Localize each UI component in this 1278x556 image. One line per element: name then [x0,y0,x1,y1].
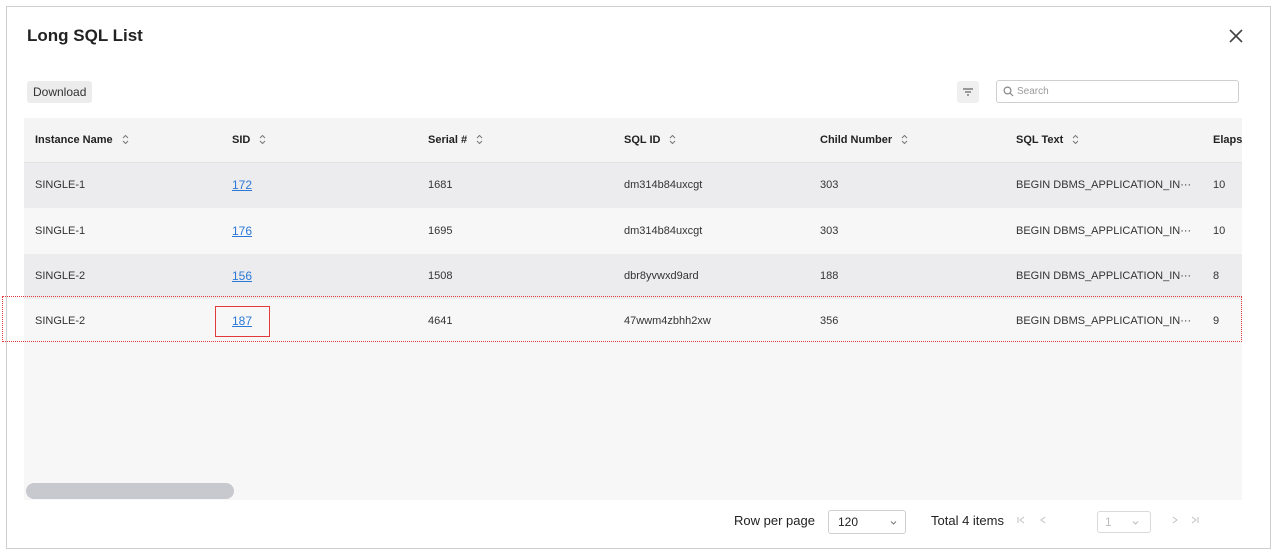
filter-icon [963,88,973,96]
sid-link[interactable]: 187 [232,314,252,328]
cell-sql-id: dm314b84uxcgt [624,179,703,191]
table-header: Instance Name SID Serial # SQL ID Child … [24,118,1242,163]
row-per-page-value: 120 [838,515,859,529]
next-page-icon[interactable] [1170,515,1180,525]
cell-sql-id: dbr8yvwxd9ard [624,270,699,282]
table-row[interactable]: SINGLE-1 172 1681 dm314b84uxcgt 303 BEGI… [24,163,1242,208]
search-input[interactable] [1017,82,1232,101]
cell-child-number: 303 [820,225,839,237]
column-header-sid[interactable]: SID [232,118,266,163]
column-header-child-number[interactable]: Child Number [820,118,908,163]
chevron-down-icon [890,521,897,525]
sort-icon[interactable] [669,134,676,145]
cell-elapsed: 10 [1213,179,1226,191]
cell-serial: 4641 [428,315,453,327]
cell-child-number: 303 [820,179,839,191]
cell-instance: SINGLE-1 [35,179,86,191]
cell-serial: 1695 [428,225,453,237]
sort-icon[interactable] [259,134,266,145]
cell-sid: 176 [232,209,252,254]
total-items: Total 4 items [931,513,1004,528]
page-select[interactable]: 1 [1097,511,1151,533]
search-icon [1003,86,1014,97]
cell-serial: 1508 [428,270,453,282]
sort-icon[interactable] [476,134,483,145]
last-page-icon[interactable] [1190,515,1200,525]
first-page-icon[interactable] [1016,515,1026,525]
sid-link[interactable]: 172 [232,178,252,192]
sort-icon[interactable] [1072,134,1079,145]
table-row[interactable]: SINGLE-2 187 4641 47wwm4zbhh2xw 356 BEGI… [24,299,1242,344]
cell-elapsed: 9 [1213,315,1220,327]
cell-instance: SINGLE-2 [35,315,86,327]
cell-sql-text: BEGIN DBMS_APPLICATION_IN··· [1016,270,1192,282]
cell-sid: 156 [232,254,252,299]
close-icon[interactable] [1226,26,1246,46]
cell-instance: SINGLE-2 [35,270,86,282]
cell-sid: 172 [232,163,252,208]
cell-sql-id: 47wwm4zbhh2xw [624,315,711,327]
column-header-sql-text[interactable]: SQL Text [1016,118,1079,163]
cell-serial: 1681 [428,179,453,191]
table-row[interactable]: SINGLE-1 176 1695 dm314b84uxcgt 303 BEGI… [24,209,1242,254]
dialog-title: Long SQL List [27,26,143,45]
column-header-elapsed[interactable]: Elaps [1213,118,1242,163]
column-header-serial[interactable]: Serial # [428,118,483,163]
sid-link[interactable]: 176 [232,224,252,238]
prev-page-icon[interactable] [1038,515,1048,525]
search-field[interactable] [996,80,1239,103]
column-header-sql-id[interactable]: SQL ID [624,118,676,163]
cell-sql-text: BEGIN DBMS_APPLICATION_IN··· [1016,179,1192,191]
cell-sql-text: BEGIN DBMS_APPLICATION_IN··· [1016,225,1192,237]
sid-link[interactable]: 156 [232,269,252,283]
cell-sql-id: dm314b84uxcgt [624,225,703,237]
sort-icon[interactable] [122,134,129,145]
cell-elapsed: 10 [1213,225,1226,237]
row-per-page-label: Row per page [734,513,815,528]
filter-button[interactable] [957,81,979,103]
chevron-down-icon [1132,521,1139,525]
current-page: 1 [1105,515,1112,529]
cell-child-number: 188 [820,270,839,282]
cell-sql-text: BEGIN DBMS_APPLICATION_IN··· [1016,315,1192,327]
cell-instance: SINGLE-1 [35,225,86,237]
column-header-instance-name[interactable]: Instance Name [35,118,129,163]
cell-child-number: 356 [820,315,839,327]
cell-sid: 187 [232,299,252,344]
long-sql-table: Instance Name SID Serial # SQL ID Child … [24,118,1242,500]
download-button[interactable]: Download [27,81,93,103]
sort-icon[interactable] [901,134,908,145]
horizontal-scrollbar[interactable] [26,483,234,499]
cell-elapsed: 8 [1213,270,1220,282]
row-per-page-select[interactable]: 120 [828,510,906,534]
table-row[interactable]: SINGLE-2 156 1508 dbr8yvwxd9ard 188 BEGI… [24,254,1242,299]
